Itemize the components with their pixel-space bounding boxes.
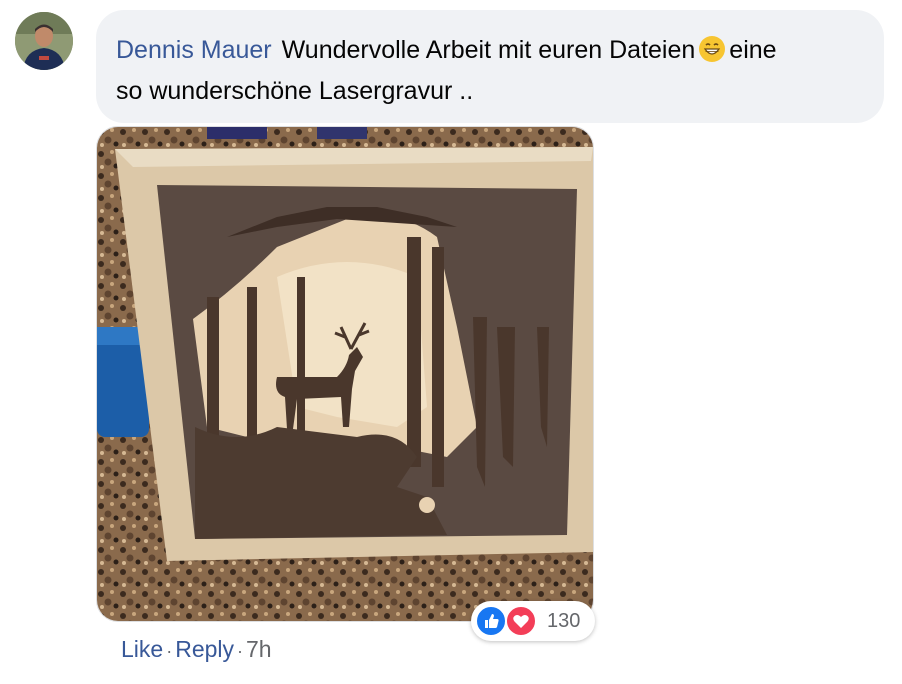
laser-engraving-image — [97, 127, 593, 621]
love-icon — [505, 605, 537, 637]
avatar-photo — [15, 12, 73, 70]
comment-timestamp[interactable]: 7h — [246, 636, 272, 662]
comment-photo[interactable] — [96, 126, 594, 622]
comment-text-line1: Wundervolle Arbeit mit euren Dateien — [281, 36, 696, 64]
avatar[interactable] — [15, 12, 73, 70]
comment-bubble: Dennis Mauer Wundervolle Arbeit mit euren… — [96, 10, 884, 123]
reply-link[interactable]: Reply — [175, 636, 234, 662]
reaction-summary[interactable]: 130 — [471, 601, 595, 641]
grinning-face-icon — [699, 36, 726, 62]
separator: · — [166, 641, 173, 661]
comment-author[interactable]: Dennis Mauer — [116, 36, 272, 64]
comment-text-line1-tail: eine — [729, 36, 777, 64]
comment-actions: Like · Reply · 7h — [121, 636, 272, 663]
like-link[interactable]: Like — [121, 636, 163, 662]
separator: · — [237, 641, 244, 661]
like-icon — [475, 605, 507, 637]
reaction-count: 130 — [547, 610, 581, 632]
comment-text-line2: so wunderschöne Lasergravur .. — [116, 77, 474, 105]
